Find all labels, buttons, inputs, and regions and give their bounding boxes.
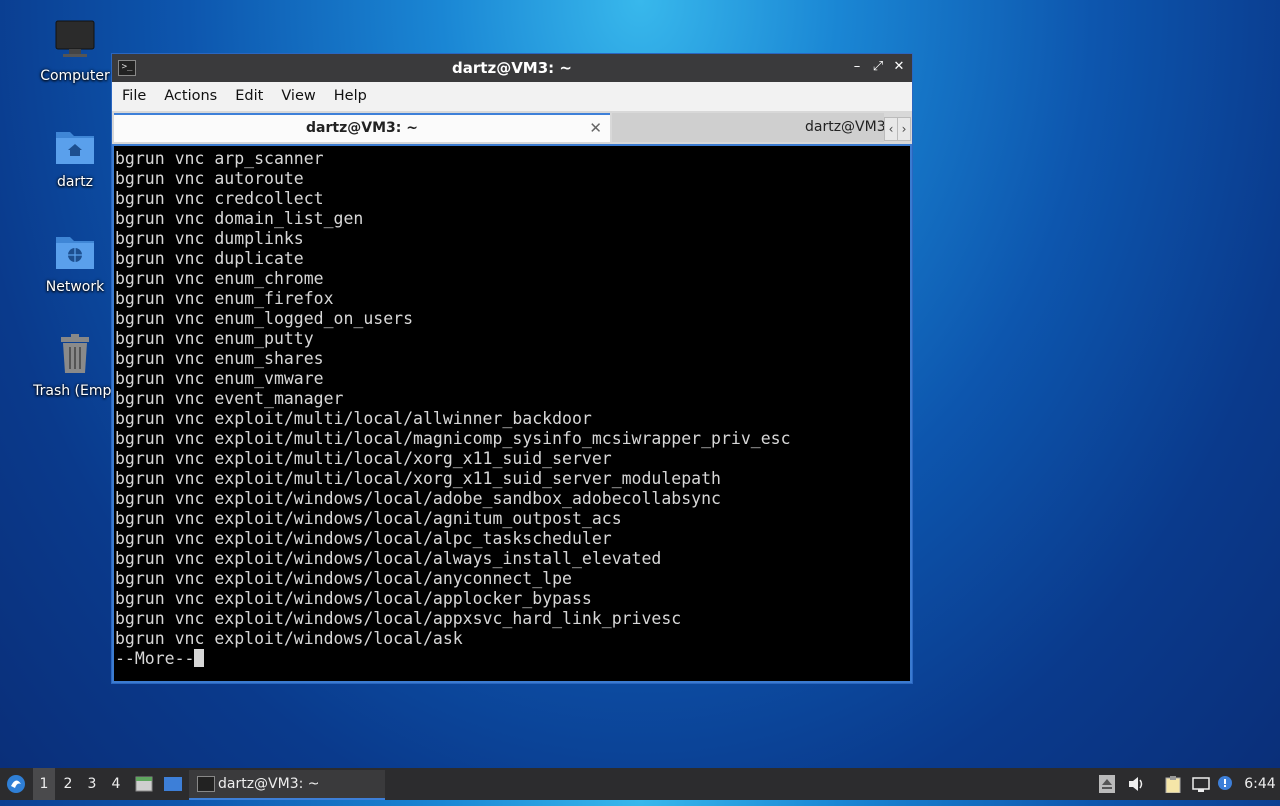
show-desktop-icon[interactable] [162, 768, 184, 800]
terminal-line: bgrun vnc event_manager [115, 389, 344, 408]
task-label: dartz@VM3: ~ [218, 776, 320, 792]
terminal-line: bgrun vnc exploit/multi/local/magnicomp_… [115, 429, 791, 448]
network-folder-icon [53, 229, 97, 273]
workspace-1[interactable]: 1 [33, 768, 55, 800]
volume-icon[interactable] [1127, 775, 1145, 793]
terminal-lines: bgrun vnc arp_scanner bgrun vnc autoroute… [114, 146, 910, 649]
terminal-output[interactable]: bgrun vnc arp_scanner bgrun vnc autoroute… [114, 146, 910, 681]
terminal-window: >_ dartz@VM3: ~ – ⤢ ✕ File Actions Edit Vie… [111, 53, 913, 684]
tab-scroll-right-icon[interactable]: › [897, 117, 911, 141]
terminal-task-icon [197, 776, 215, 792]
terminal-line: bgrun vnc credcollect [115, 189, 324, 208]
terminal-line: bgrun vnc exploit/windows/local/adobe_sa… [115, 489, 721, 508]
window-titlebar[interactable]: >_ dartz@VM3: ~ – ⤢ ✕ [112, 54, 912, 82]
terminal-line: bgrun vnc domain_list_gen [115, 209, 364, 228]
terminal-line: bgrun vnc enum_vmware [115, 369, 324, 388]
terminal-line: bgrun vnc exploit/windows/local/agnitum_… [115, 509, 622, 528]
terminal-line: bgrun vnc exploit/windows/local/alpc_tas… [115, 529, 612, 548]
network-icon[interactable] [1192, 775, 1210, 793]
menu-help[interactable]: Help [325, 82, 376, 111]
workspace-2[interactable]: 2 [57, 768, 79, 800]
tab-scroll-left-icon[interactable]: ‹ [884, 117, 898, 141]
taskbar: 1 2 3 4 dartz@VM3: ~ 6:44 [0, 768, 1280, 800]
desktop-icon-label: Trash (Empt [33, 383, 117, 399]
maximize-icon[interactable]: ⤢ [869, 58, 887, 76]
tab-active[interactable]: dartz@VM3: ~ ✕ [114, 113, 610, 142]
desktop-icon-dartz[interactable]: dartz [25, 124, 125, 190]
terminal-line: bgrun vnc exploit/windows/local/appxsvc_… [115, 609, 682, 628]
workspace-3[interactable]: 3 [81, 768, 103, 800]
window-title: dartz@VM3: ~ [452, 59, 572, 77]
menu-actions[interactable]: Actions [155, 82, 226, 111]
clipboard-icon[interactable] [1164, 775, 1182, 794]
tab-close-icon[interactable]: ✕ [589, 115, 602, 141]
pager-prompt-text: --More-- [115, 649, 195, 668]
text-cursor [194, 649, 205, 667]
home-folder-icon [53, 124, 97, 168]
pager-prompt: --More-- [114, 649, 910, 669]
notification-icon[interactable] [1216, 775, 1234, 793]
close-icon[interactable]: ✕ [890, 58, 908, 76]
menu-file[interactable]: File [112, 82, 155, 111]
desktop-icon-network[interactable]: Network [25, 229, 125, 295]
terminal-line: bgrun vnc enum_firefox [115, 289, 334, 308]
terminal-line: bgrun vnc dumplinks [115, 229, 304, 248]
terminal-line: bgrun vnc exploit/windows/local/anyconne… [115, 569, 572, 588]
tab-label: dartz@VM3: ~ [306, 120, 418, 136]
desktop-icon-label: Computer [40, 68, 110, 84]
monitor-icon [53, 18, 97, 62]
tab-inactive[interactable]: dartz@VM3 [612, 113, 884, 142]
terminal-line: bgrun vnc exploit/multi/local/xorg_x11_s… [115, 469, 721, 488]
trash-icon [53, 333, 97, 377]
terminal-line: bgrun vnc enum_chrome [115, 269, 324, 288]
desktop-icon-label: Network [45, 279, 105, 295]
desktop-icon-trash[interactable]: Trash (Empt [25, 333, 125, 399]
taskbar-task-terminal[interactable]: dartz@VM3: ~ [189, 770, 385, 800]
terminal-line: bgrun vnc exploit/windows/local/applocke… [115, 589, 592, 608]
desktop-icon-computer[interactable]: Computer [25, 18, 125, 84]
terminal-line: bgrun vnc exploit/multi/local/xorg_x11_s… [115, 449, 612, 468]
menu-edit[interactable]: Edit [226, 82, 272, 111]
eject-icon[interactable] [1099, 775, 1117, 793]
menu-bar: File Actions Edit View Help [112, 82, 912, 111]
terminal-line: bgrun vnc enum_logged_on_users [115, 309, 414, 328]
tab-label: dartz@VM3 [805, 119, 884, 135]
minimize-icon[interactable]: – [848, 58, 866, 76]
tab-bar: dartz@VM3: ~ ✕ dartz@VM3 ‹ › [112, 111, 912, 144]
terminal-line: bgrun vnc autoroute [115, 169, 304, 188]
terminal-line: bgrun vnc exploit/windows/local/ask [115, 629, 463, 648]
start-menu-icon[interactable] [4, 768, 28, 800]
clock[interactable]: 6:44 [1242, 768, 1278, 800]
menu-view[interactable]: View [272, 82, 324, 111]
terminal-line: bgrun vnc exploit/multi/local/allwinner_… [115, 409, 592, 428]
terminal-line: bgrun vnc arp_scanner [115, 149, 324, 168]
workspace-4[interactable]: 4 [105, 768, 127, 800]
terminal-line: bgrun vnc duplicate [115, 249, 304, 268]
desktop-icon-label: dartz [56, 174, 94, 190]
terminal-line: bgrun vnc enum_shares [115, 349, 324, 368]
terminal-line: bgrun vnc enum_putty [115, 329, 314, 348]
terminal-line: bgrun vnc exploit/windows/local/always_i… [115, 549, 662, 568]
file-manager-icon[interactable] [134, 768, 154, 800]
